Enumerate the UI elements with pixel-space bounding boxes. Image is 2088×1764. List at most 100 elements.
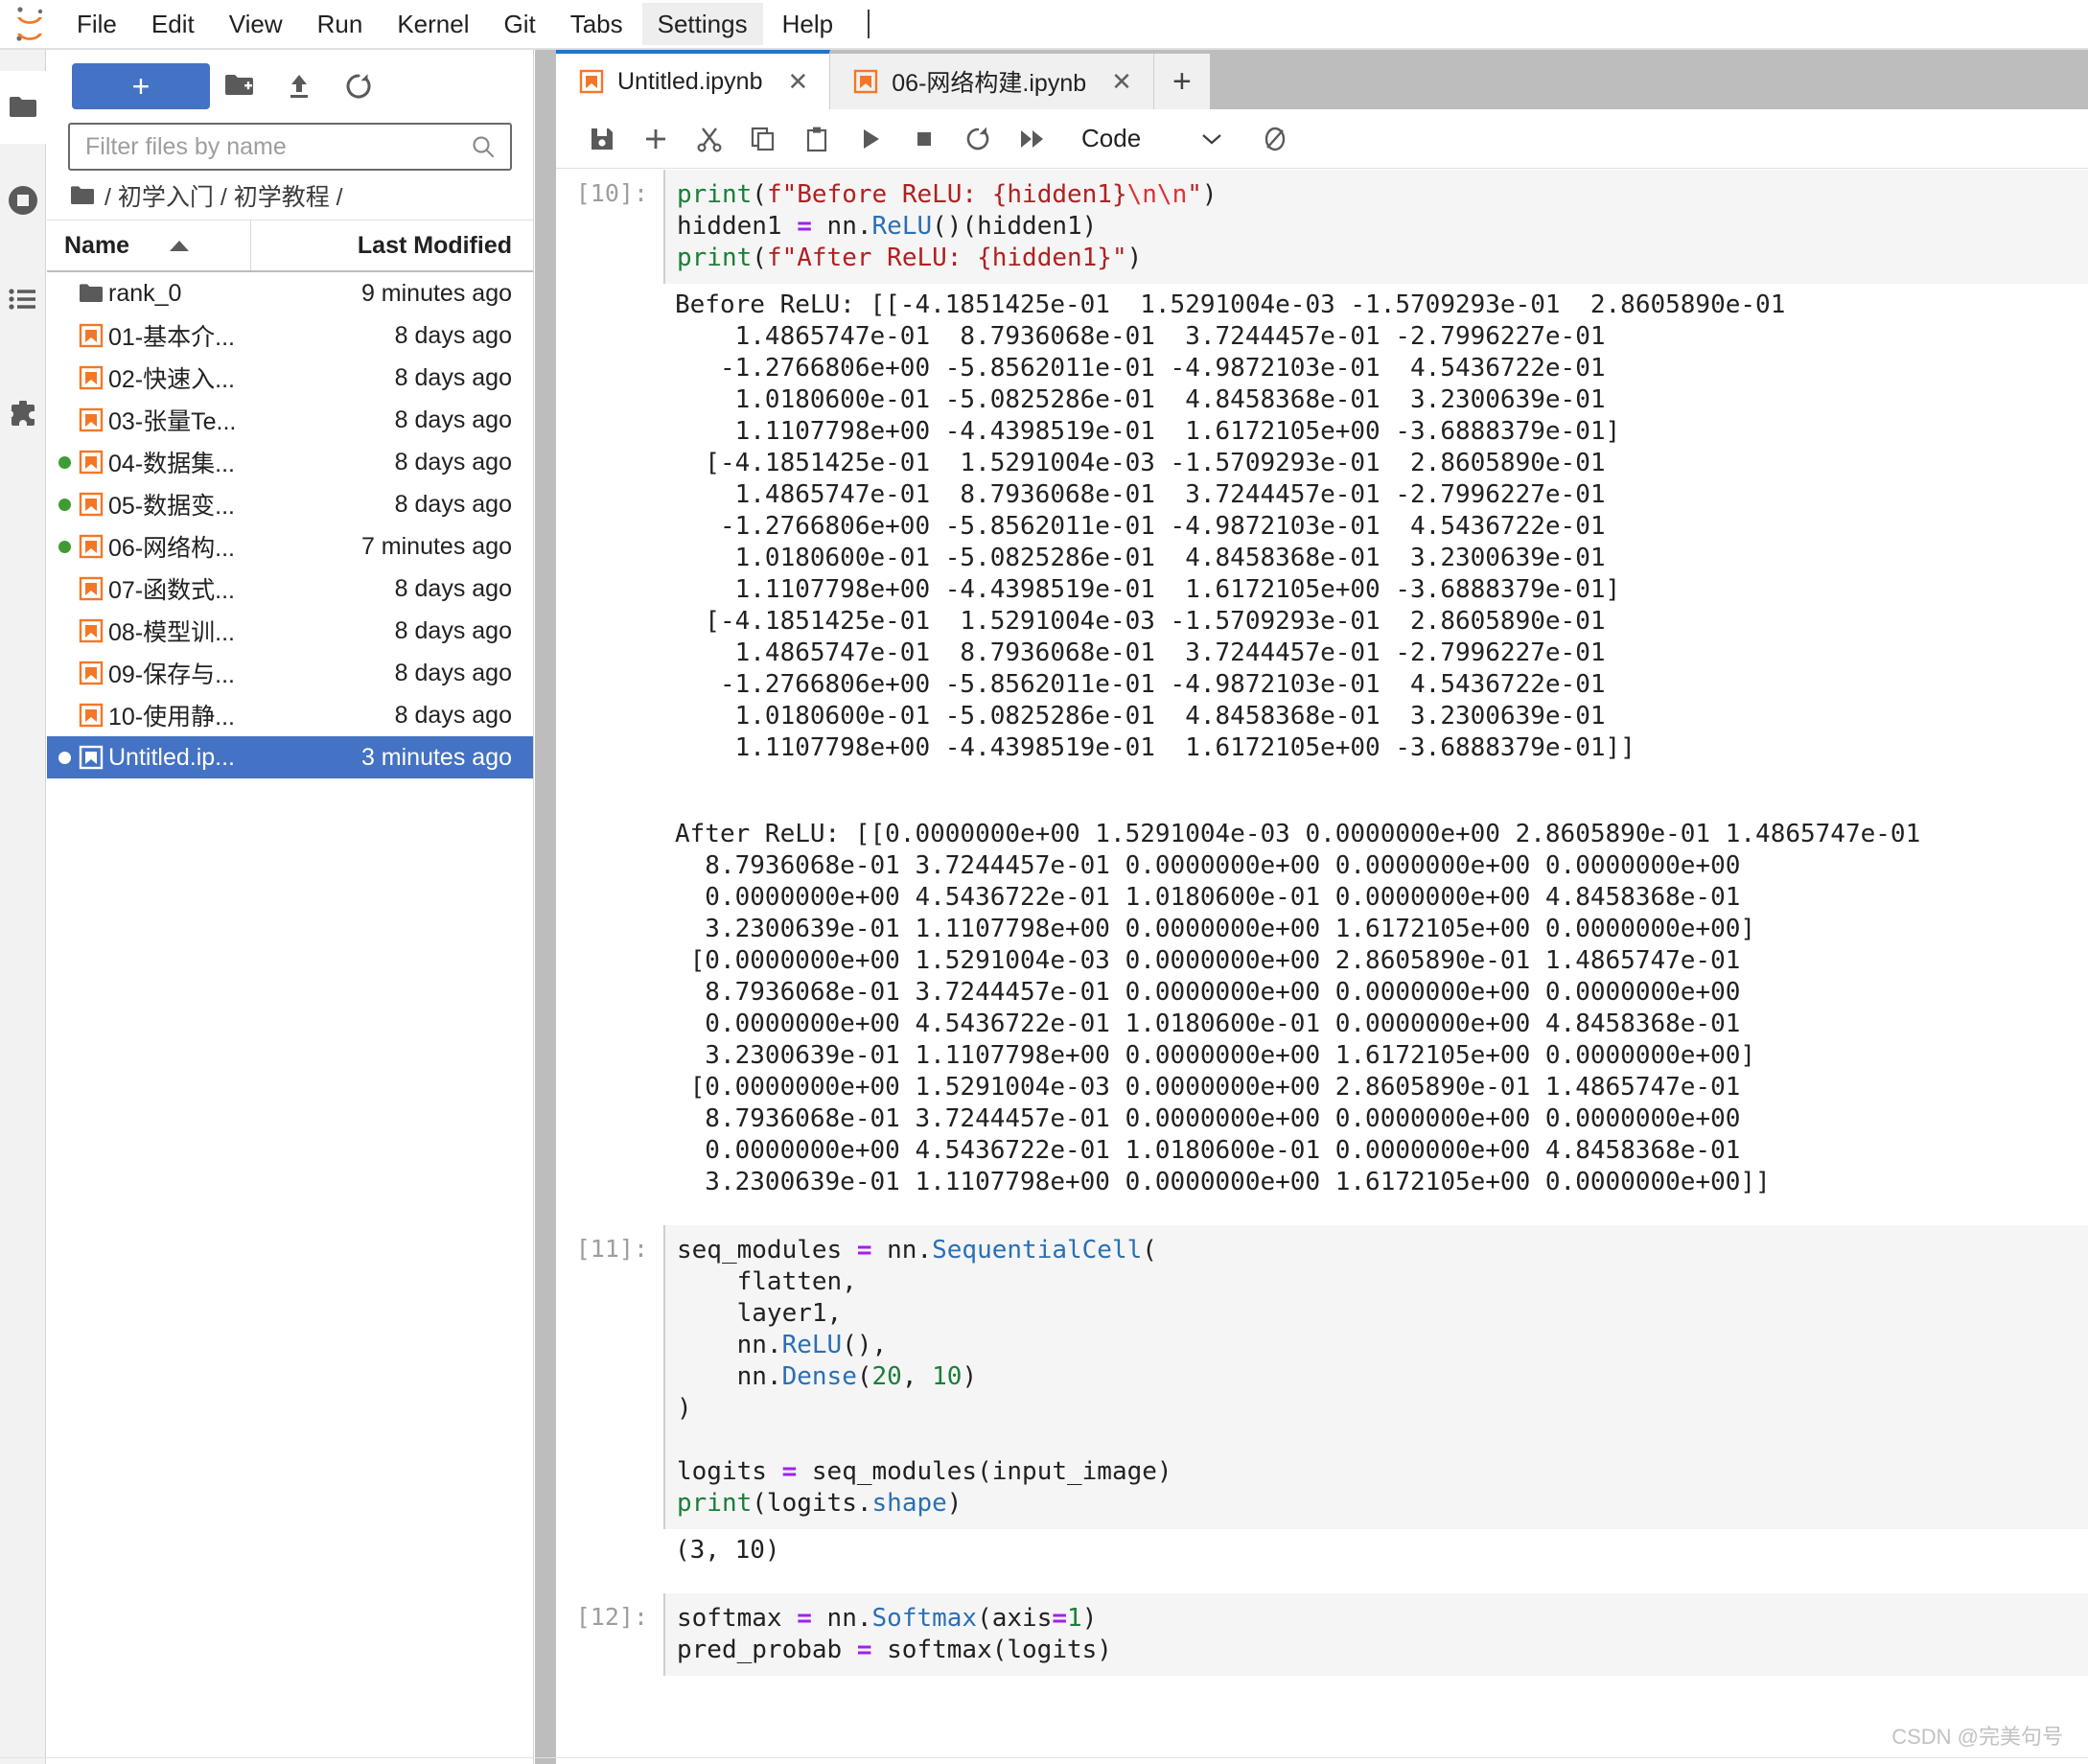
cell-type-select[interactable]: Code: [1076, 116, 1229, 162]
new-folder-icon[interactable]: [210, 63, 269, 109]
output-prompt: [556, 284, 663, 770]
table-row[interactable]: 06-网络构... 7 minutes ago: [47, 525, 533, 568]
table-row[interactable]: 07-函数式... 8 days ago: [47, 568, 533, 610]
notebook-icon: [74, 365, 108, 390]
code-line: layer1,: [677, 1298, 2088, 1330]
code-token: ): [1126, 244, 1143, 272]
code-token: =: [781, 1457, 798, 1486]
file-last-modified: 8 days ago: [394, 701, 512, 729]
insert-cell-button[interactable]: [629, 112, 683, 166]
menu-run[interactable]: Run: [302, 3, 379, 45]
tab-untitled-ipynb[interactable]: Untitled.ipynb ✕: [556, 50, 831, 109]
breadcrumb[interactable]: / 初学入门 / 初学教程 /: [47, 171, 533, 220]
running-indicator-slot: [47, 751, 74, 764]
running-kernel-dot-icon: [58, 498, 71, 511]
sidebar-item-extensions[interactable]: [0, 385, 46, 447]
output-prompt: [556, 1529, 663, 1572]
notebook-cell[interactable]: [12]: softmax = nn.Softmax(axis=1) pred_pr…: [556, 1593, 2088, 1676]
close-icon[interactable]: ✕: [1111, 69, 1132, 94]
menu-settings[interactable]: Settings: [641, 3, 763, 45]
save-button[interactable]: [575, 112, 629, 166]
menu-git[interactable]: Git: [488, 3, 550, 45]
menu-tabs[interactable]: Tabs: [555, 3, 638, 45]
menu-kernel[interactable]: Kernel: [382, 3, 484, 45]
code-token: SequentialCell: [932, 1236, 1143, 1265]
cell-source-editor[interactable]: print(f"Before ReLU: {hidden1}\n\n") hidd…: [663, 170, 2088, 284]
code-token: =: [856, 1236, 872, 1265]
new-launcher-button[interactable]: +: [72, 63, 210, 109]
file-browser-toolbar: +: [47, 50, 533, 123]
file-browser-panel: + Filter files by name / 初学入门 / 初学教程 / N…: [47, 50, 534, 1764]
file-last-modified: 8 days ago: [394, 363, 512, 391]
table-row[interactable]: 05-数据变... 8 days ago: [47, 483, 533, 525]
code-token: ReLU: [871, 212, 933, 241]
running-indicator-slot: [47, 498, 74, 511]
kernel-busy-icon[interactable]: [1248, 112, 1302, 166]
upload-icon[interactable]: [269, 63, 329, 109]
bottom-divider: [0, 1757, 2088, 1758]
notebook-cell[interactable]: [10]: print(f"Before ReLU: {hidden1}\n\n"…: [556, 170, 2088, 284]
code-token: print: [677, 180, 753, 209]
table-row[interactable]: 09-保存与... 8 days ago: [47, 652, 533, 694]
file-name: Untitled.ip...: [108, 743, 236, 771]
table-row[interactable]: 01-基本介... 8 days ago: [47, 314, 533, 357]
table-row[interactable]: 03-张量Te... 8 days ago: [47, 399, 533, 441]
code-token: ()(hidden1): [932, 212, 1098, 241]
cut-cell-button[interactable]: [683, 112, 736, 166]
code-token: nn.: [811, 1604, 872, 1633]
running-kernel-dot-icon: [58, 751, 71, 764]
output-prompt: [556, 770, 663, 813]
paste-cell-button[interactable]: [790, 112, 844, 166]
table-row[interactable]: Untitled.ip... 3 minutes ago: [47, 736, 533, 778]
code-token: seq_modules: [677, 1236, 857, 1265]
menu-file[interactable]: File: [61, 3, 132, 45]
menu-edit[interactable]: Edit: [136, 3, 210, 45]
code-token: nn.: [871, 1236, 933, 1265]
file-last-modified: 8 days ago: [394, 490, 512, 518]
table-row[interactable]: 08-模型训... 8 days ago: [47, 610, 533, 652]
code-token: =: [1052, 1604, 1068, 1633]
cell-source-editor[interactable]: softmax = nn.Softmax(axis=1) pred_probab …: [663, 1593, 2088, 1676]
panel-resize-handle[interactable]: [535, 50, 556, 1764]
file-list: rank_0 9 minutes ago 01-基本介... 8 days ago 02…: [47, 272, 533, 778]
notebook-toolbar: Code: [556, 109, 2088, 169]
restart-kernel-button[interactable]: [951, 112, 1005, 166]
cell-source-editor[interactable]: seq_modules = nn.SequentialCell( flatten…: [663, 1225, 2088, 1529]
refresh-icon[interactable]: [329, 63, 388, 109]
restart-and-run-all-button[interactable]: [1005, 112, 1058, 166]
notebook-icon: [74, 534, 108, 559]
code-token: ): [946, 1489, 963, 1518]
sidebar-item-running-terminals[interactable]: [0, 167, 46, 234]
table-row[interactable]: rank_0 9 minutes ago: [47, 272, 533, 314]
tab-06-network-ipynb[interactable]: 06-网络构建.ipynb ✕: [830, 54, 1154, 109]
menu-help[interactable]: Help: [767, 3, 848, 45]
sidebar-item-file-browser[interactable]: [0, 71, 46, 144]
notebook-cell[interactable]: [11]: seq_modules = nn.SequentialCell( fl…: [556, 1225, 2088, 1529]
notebook-icon: [74, 323, 108, 348]
table-row[interactable]: 02-快速入... 8 days ago: [47, 357, 533, 399]
output-text: (3, 10): [663, 1529, 2088, 1572]
run-cell-button[interactable]: [844, 112, 897, 166]
notebook-icon: [74, 661, 108, 685]
notebook-icon: [74, 703, 108, 728]
cell-prompt: [11]:: [575, 1235, 648, 1263]
code-token: softmax(logits): [871, 1636, 1112, 1664]
notebook-icon: [853, 69, 878, 94]
interrupt-kernel-button[interactable]: [897, 112, 951, 166]
column-header-last-modified[interactable]: Last Modified: [251, 220, 533, 270]
code-token: f"After ReLU: {hidden1}": [766, 244, 1127, 272]
sidebar-item-commands[interactable]: [0, 268, 46, 330]
file-last-modified: 8 days ago: [394, 448, 512, 476]
menu-view[interactable]: View: [214, 3, 298, 45]
close-icon[interactable]: ✕: [787, 69, 808, 94]
code-token: (logits.: [752, 1489, 872, 1518]
code-token: softmax: [677, 1604, 798, 1633]
search-input[interactable]: [83, 131, 470, 162]
copy-cell-button[interactable]: [736, 112, 790, 166]
column-header-name[interactable]: Name: [47, 220, 251, 270]
table-row[interactable]: 04-数据集... 8 days ago: [47, 441, 533, 483]
file-last-modified: 8 days ago: [394, 574, 512, 602]
table-row[interactable]: 10-使用静... 8 days ago: [47, 694, 533, 736]
new-tab-button[interactable]: +: [1153, 54, 1210, 109]
search-input-wrapper[interactable]: [68, 123, 512, 171]
